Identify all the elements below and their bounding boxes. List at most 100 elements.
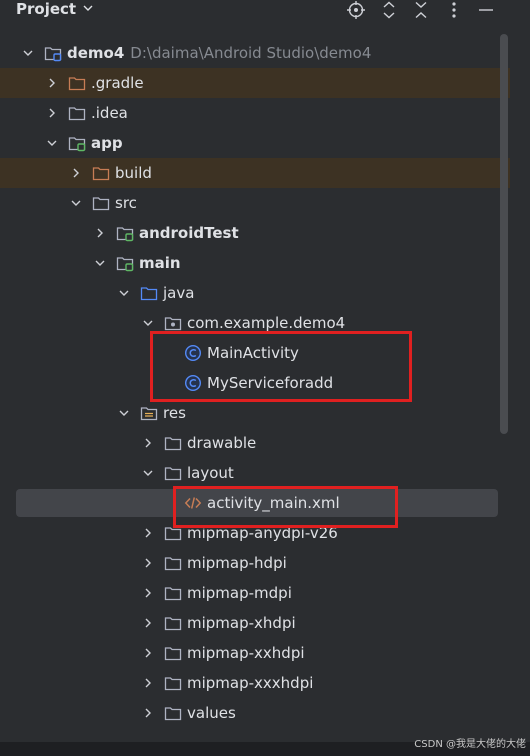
tree-item-package[interactable]: com.example.demo4 bbox=[0, 308, 510, 338]
more-options-icon[interactable] bbox=[444, 0, 464, 20]
folder-icon bbox=[164, 644, 182, 662]
tree-item-label: mipmap-anydpi-v26 bbox=[187, 524, 338, 542]
class-icon bbox=[184, 374, 202, 392]
folder-icon bbox=[164, 614, 182, 632]
tree-item-label: mipmap-xhdpi bbox=[187, 614, 296, 632]
chevron-right-icon[interactable] bbox=[140, 525, 156, 541]
tree-item-label: .gradle bbox=[91, 74, 144, 92]
tree-item-mipmap-anydpi-v26[interactable]: mipmap-anydpi-v26 bbox=[0, 518, 510, 548]
chevron-down-icon[interactable] bbox=[92, 255, 108, 271]
tree-item-label: app bbox=[91, 134, 123, 152]
tree-item-label: java bbox=[163, 284, 195, 302]
watermark: CSDN @我是大佬的大佬 bbox=[414, 739, 526, 750]
chevron-down-icon[interactable] bbox=[20, 45, 36, 61]
tree-item-label: mipmap-xxhdpi bbox=[187, 644, 305, 662]
folder-icon bbox=[164, 434, 182, 452]
package-icon bbox=[164, 314, 182, 332]
module-folder-icon bbox=[68, 134, 86, 152]
tree-item-label: layout bbox=[187, 464, 234, 482]
tree-item-build[interactable]: build bbox=[0, 158, 510, 188]
tree-item-label: com.example.demo4 bbox=[187, 314, 346, 332]
chevron-down-icon[interactable] bbox=[44, 135, 60, 151]
tree-item-app[interactable]: app bbox=[0, 128, 510, 158]
xml-file-icon bbox=[184, 494, 202, 512]
folder-icon bbox=[68, 104, 86, 122]
chevron-right-icon[interactable] bbox=[140, 705, 156, 721]
tree-item-gradle[interactable]: .gradle bbox=[0, 68, 510, 98]
tree-item-label: mipmap-xxxhdpi bbox=[187, 674, 314, 692]
expand-all-icon[interactable] bbox=[379, 0, 399, 20]
tree-item-label: build bbox=[115, 164, 152, 182]
folder-icon bbox=[164, 584, 182, 602]
resource-folder-icon bbox=[140, 404, 158, 422]
chevron-down-icon[interactable] bbox=[140, 465, 156, 481]
folder-icon bbox=[164, 524, 182, 542]
chevron-down-icon[interactable] bbox=[68, 195, 84, 211]
tree-item-androidtest[interactable]: androidTest bbox=[0, 218, 510, 248]
chevron-right-icon[interactable] bbox=[92, 225, 108, 241]
tree-item-label: main bbox=[139, 254, 181, 272]
chevron-down-icon[interactable] bbox=[116, 405, 132, 421]
tree-item-demo4[interactable]: demo4 D:\daima\Android Studio\demo4 bbox=[0, 38, 510, 68]
chevron-right-icon[interactable] bbox=[140, 675, 156, 691]
tree-item-label: mipmap-hdpi bbox=[187, 554, 287, 572]
chevron-right-icon[interactable] bbox=[68, 165, 84, 181]
module-folder-icon bbox=[116, 254, 134, 272]
folder-icon bbox=[164, 554, 182, 572]
chevron-down-icon bbox=[82, 0, 94, 18]
tree-item-mipmap-hdpi[interactable]: mipmap-hdpi bbox=[0, 548, 510, 578]
tree-item-myserviceforadd[interactable]: MyServiceforadd bbox=[0, 368, 510, 398]
tree-item-idea[interactable]: .idea bbox=[0, 98, 510, 128]
tree-item-layout[interactable]: layout bbox=[0, 458, 510, 488]
excluded-folder-icon bbox=[92, 164, 110, 182]
folder-icon bbox=[164, 674, 182, 692]
tool-window-header: Project bbox=[0, 0, 530, 24]
tree-item-mipmap-xxxhdpi[interactable]: mipmap-xxxhdpi bbox=[0, 668, 510, 698]
chevron-right-icon[interactable] bbox=[140, 615, 156, 631]
chevron-right-icon[interactable] bbox=[140, 645, 156, 661]
tree-item-label: res bbox=[163, 404, 186, 422]
chevron-down-icon[interactable] bbox=[116, 285, 132, 301]
tree-item-activity-main-xml[interactable]: activity_main.xml bbox=[0, 488, 510, 518]
source-folder-icon bbox=[140, 284, 158, 302]
tree-item-java[interactable]: java bbox=[0, 278, 510, 308]
chevron-right-icon[interactable] bbox=[44, 105, 60, 121]
tree-item-label: activity_main.xml bbox=[207, 494, 340, 512]
chevron-right-icon[interactable] bbox=[140, 555, 156, 571]
tree-item-mipmap-xxhdpi[interactable]: mipmap-xxhdpi bbox=[0, 638, 510, 668]
tree-item-label: MyServiceforadd bbox=[207, 374, 334, 392]
tree-item-label: values bbox=[187, 704, 236, 722]
tree-item-drawable[interactable]: drawable bbox=[0, 428, 510, 458]
tree-item-label: .idea bbox=[91, 104, 128, 122]
crosshair-icon[interactable] bbox=[346, 0, 366, 20]
chevron-down-icon[interactable] bbox=[140, 315, 156, 331]
tree-item-mipmap-xhdpi[interactable]: mipmap-xhdpi bbox=[0, 608, 510, 638]
tree-item-label: demo4 bbox=[67, 44, 125, 62]
tree-item-label: mipmap-mdpi bbox=[187, 584, 292, 602]
project-path: D:\daima\Android Studio\demo4 bbox=[130, 44, 372, 62]
project-view-selector[interactable]: Project bbox=[16, 0, 94, 18]
vertical-scrollbar[interactable] bbox=[500, 34, 508, 434]
chevron-right-icon[interactable] bbox=[140, 435, 156, 451]
chevron-right-icon[interactable] bbox=[140, 585, 156, 601]
tree-item-mainactivity[interactable]: MainActivity bbox=[0, 338, 510, 368]
class-icon bbox=[184, 344, 202, 362]
tree-item-main[interactable]: main bbox=[0, 248, 510, 278]
tree-item-res[interactable]: res bbox=[0, 398, 510, 428]
tree-item-src[interactable]: src bbox=[0, 188, 510, 218]
tree-item-label: src bbox=[115, 194, 137, 212]
tree-item-values[interactable]: values bbox=[0, 698, 510, 728]
module-folder-icon bbox=[44, 44, 62, 62]
minimize-icon[interactable] bbox=[476, 0, 496, 20]
folder-icon bbox=[92, 194, 110, 212]
excluded-folder-icon bbox=[68, 74, 86, 92]
tree-item-mipmap-mdpi[interactable]: mipmap-mdpi bbox=[0, 578, 510, 608]
collapse-all-icon[interactable] bbox=[411, 0, 431, 20]
folder-icon bbox=[164, 704, 182, 722]
folder-icon bbox=[164, 464, 182, 482]
chevron-right-icon[interactable] bbox=[44, 75, 60, 91]
tree-item-label: androidTest bbox=[139, 224, 239, 242]
tree-item-label: MainActivity bbox=[207, 344, 299, 362]
tree-item-label: drawable bbox=[187, 434, 257, 452]
module-folder-icon bbox=[116, 224, 134, 242]
